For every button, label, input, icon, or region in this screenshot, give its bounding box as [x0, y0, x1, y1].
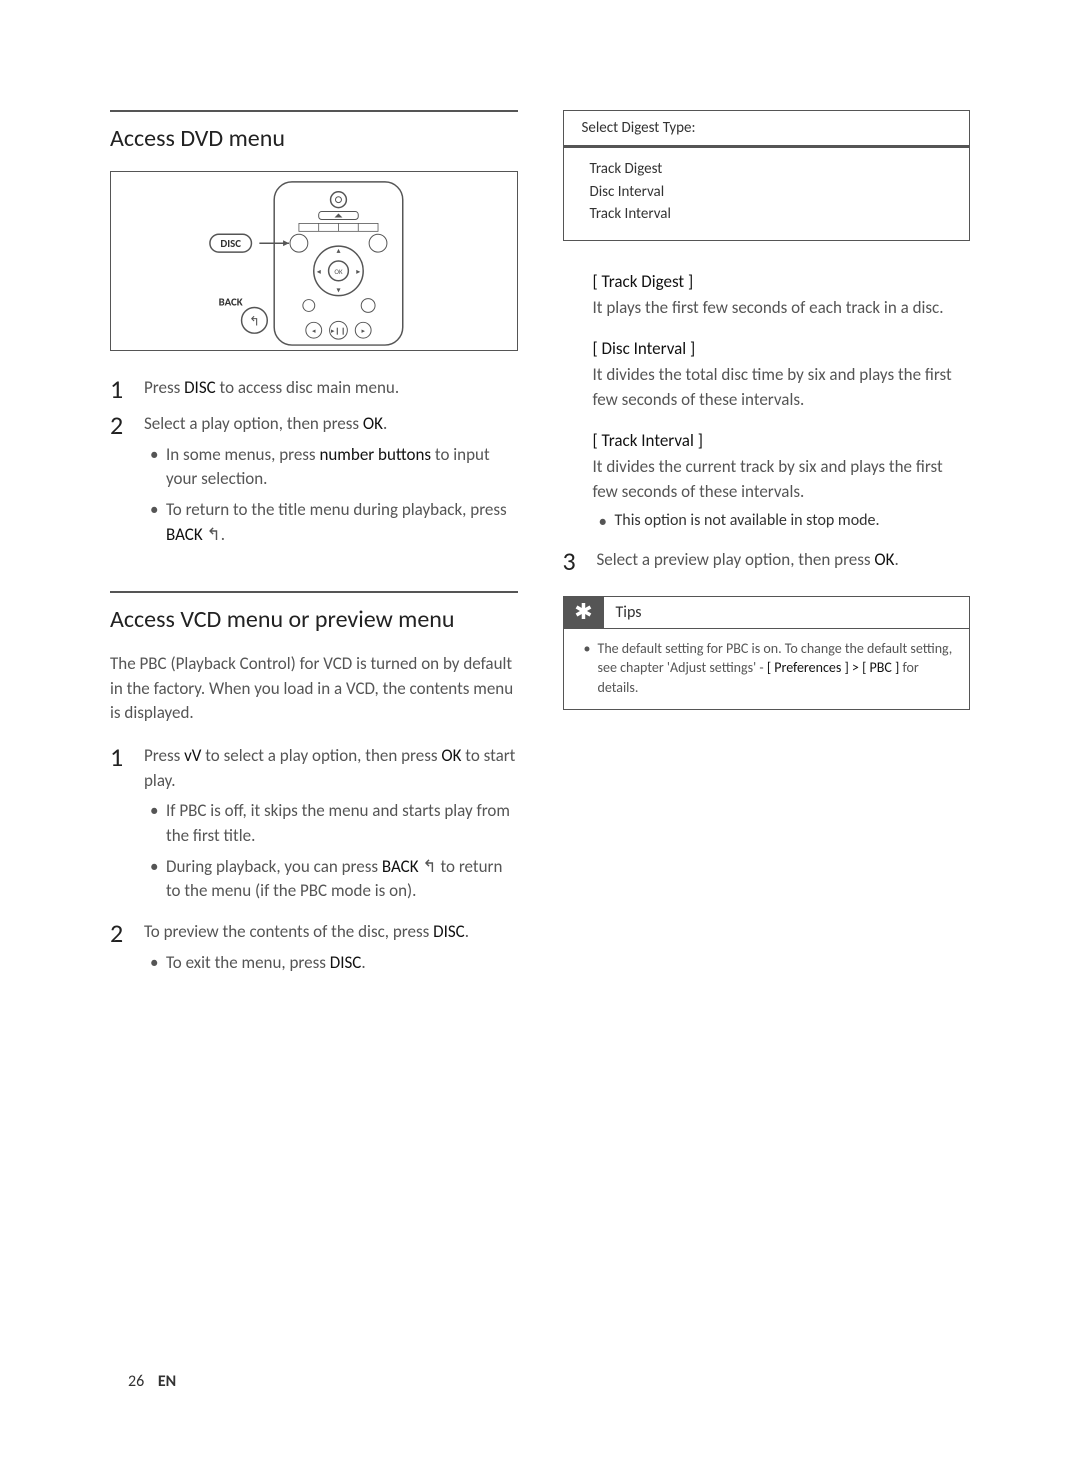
sub-item: If PBC is off, it skips the menu and sta… — [144, 799, 518, 848]
page-lang: EN — [158, 1372, 176, 1391]
digest-option: Track Digest — [590, 158, 944, 181]
asterisk-icon: ✱ — [564, 597, 604, 628]
svg-text:↰: ↰ — [249, 314, 260, 329]
sub-item: To exit the menu, press DISC. — [144, 951, 518, 976]
step-number: 2 — [110, 920, 128, 981]
definition-block: [ Track Interval ] It divides the curren… — [593, 430, 971, 529]
dvd-steps: 1 Press DISC to access disc main menu. 2… — [110, 376, 518, 553]
definition-desc: It divides the total disc time by six an… — [593, 363, 971, 412]
step-number: 3 — [563, 548, 581, 574]
digest-header: Select Digest Type: — [564, 111, 970, 148]
right-step: 3 Select a preview play option, then pre… — [563, 548, 971, 574]
section-title-dvd: Access DVD menu — [110, 124, 518, 153]
tips-box: ✱ Tips The default setting for PBC is on… — [563, 596, 971, 711]
page-number: 26 — [128, 1372, 144, 1391]
svg-text:▸: ▸ — [361, 326, 365, 335]
svg-text:▾: ▾ — [336, 286, 340, 296]
step-text: Select a preview play option, then press… — [597, 548, 971, 574]
digest-type-box: Select Digest Type: Track Digest Disc In… — [563, 110, 971, 241]
definition-block: [ Disc Interval ] It divides the total d… — [593, 338, 971, 412]
step-number: 1 — [110, 376, 128, 402]
vcd-steps: 1 Press vV to select a play option, then… — [110, 744, 518, 981]
svg-text:◂: ◂ — [312, 326, 316, 335]
step-number: 1 — [110, 744, 128, 910]
vcd-intro: The PBC (Playback Control) for VCD is tu… — [110, 652, 518, 726]
sub-item: To return to the title menu during playb… — [144, 498, 518, 547]
definition-title: [ Disc Interval ] — [593, 338, 971, 359]
svg-text:▴: ▴ — [336, 246, 340, 256]
digest-option: Track Interval — [590, 203, 944, 226]
sub-item: This option is not available in stop mod… — [593, 511, 971, 530]
definition-title: [ Track Digest ] — [593, 271, 971, 292]
svg-text:▸❙❙: ▸❙❙ — [331, 326, 346, 335]
svg-text:◂: ◂ — [317, 267, 321, 277]
digest-option: Disc Interval — [590, 181, 944, 204]
tips-text: The default setting for PBC is on. To ch… — [580, 639, 954, 698]
page-footer: 26 EN — [128, 1372, 176, 1391]
disc-label: DISC — [220, 237, 241, 250]
back-label: BACK — [219, 296, 243, 309]
step-text: Press vV to select a play option, then p… — [144, 744, 518, 910]
definition-title: [ Track Interval ] — [593, 430, 971, 451]
sub-item: During playback, you can press BACK ↰ to… — [144, 855, 518, 904]
ok-label: OK — [334, 267, 343, 276]
remote-diagram: OK ▴ ▾ ◂ ▸ ↰ ◂ ▸❙❙ ▸ — [110, 171, 518, 351]
definition-block: [ Track Digest ] It plays the first few … — [593, 271, 971, 321]
tips-label: Tips — [604, 597, 654, 628]
definition-desc: It divides the current track by six and … — [593, 455, 971, 504]
definition-desc: It plays the first few seconds of each t… — [593, 296, 971, 321]
step-text: To preview the contents of the disc, pre… — [144, 920, 518, 981]
sub-item: In some menus, press number buttons to i… — [144, 443, 518, 492]
step-number: 2 — [110, 412, 128, 553]
step-text: Press DISC to access disc main menu. — [144, 376, 518, 402]
section-title-vcd: Access VCD menu or preview menu — [110, 605, 518, 634]
step-text: Select a play option, then press OK. In … — [144, 412, 518, 553]
svg-text:▸: ▸ — [356, 267, 360, 277]
